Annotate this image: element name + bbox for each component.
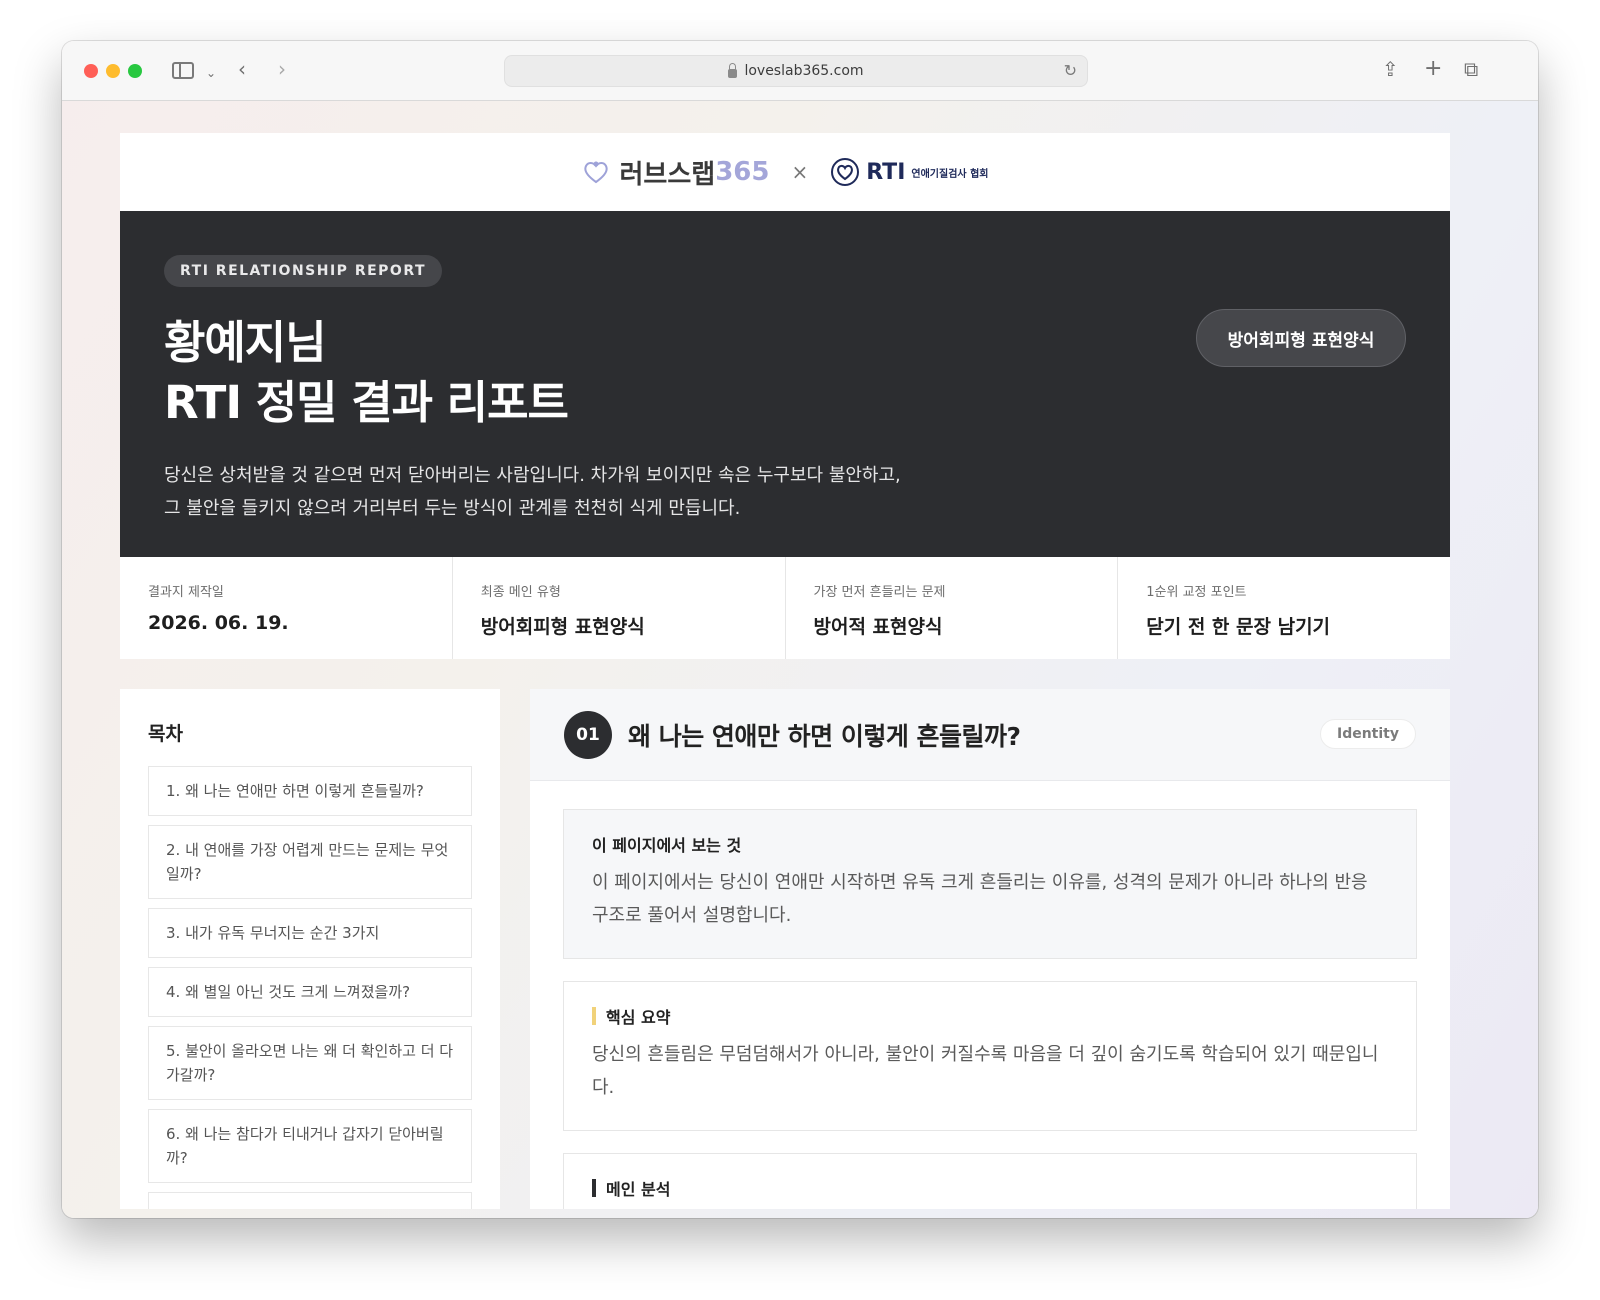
stat-main-type: 최종 메인 유형 방어회피형 표현양식 [453, 557, 786, 659]
loveslab-name: 러브스랩 [619, 159, 716, 190]
new-tab-icon[interactable]: + [1424, 57, 1442, 81]
report-title-main: RTI 정밀 결과 리포트 [164, 376, 569, 429]
page-overview-box: 이 페이지에서 보는 것 이 페이지에서는 당신이 연애만 시작하면 유독 크게… [563, 809, 1417, 959]
report-hero: RTI RELATIONSHIP REPORT 황예지님 RTI 정밀 결과 리… [120, 211, 1450, 557]
toc-item[interactable]: 1. 왜 나는 연애만 하면 이렇게 흔들릴까? [148, 766, 472, 816]
report-description-line: 그 불안을 들키지 않으려 거리부터 두는 방식이 관계를 천천히 식게 만듭니… [164, 498, 741, 519]
rti-name: RTI [866, 159, 906, 185]
stat-value: 닫기 전 한 문장 남기기 [1146, 616, 1331, 638]
stat-first-problem: 가장 먼저 흔들리는 문제 방어적 표현양식 [786, 557, 1119, 659]
accent-bar [592, 1179, 596, 1197]
section-title: 왜 나는 연애만 하면 이렇게 흔들릴까? [628, 721, 1021, 751]
toc-item[interactable]: 7. 상대는 왜 점점 멀어졌을까? [148, 1192, 472, 1209]
share-icon[interactable]: ⇪ [1382, 57, 1399, 81]
box-title: 이 페이지에서 보는 것 [592, 836, 742, 855]
stat-correction-point: 1순위 교정 포인트 닫기 전 한 문장 남기기 [1118, 557, 1450, 659]
stat-created-date: 결과지 제작일 2026. 06. 19. [120, 557, 453, 659]
tab-overview-icon[interactable]: ⧉ [1464, 57, 1478, 81]
reload-icon[interactable]: ↻ [1064, 61, 1077, 80]
toc-item[interactable]: 5. 불안이 올라오면 나는 왜 더 확인하고 더 다가갈까? [148, 1026, 472, 1100]
rti-subtitle: 연애기질검사 협회 [911, 168, 989, 180]
main-type-button[interactable]: 방어회피형 표현양식 [1196, 309, 1406, 367]
loveslab-number: 365 [715, 157, 770, 187]
address-bar[interactable]: loveslab365.com ↻ [504, 55, 1088, 87]
toc-item[interactable]: 2. 내 연애를 가장 어렵게 만드는 문제는 무엇일까? [148, 825, 472, 899]
browser-toolbar: ⌄ ‹ › loveslab365.com ↻ ⇪ + ⧉ [62, 41, 1538, 101]
box-title-row: 핵심 요약 [592, 1004, 1388, 1028]
heart-logo-icon [583, 161, 608, 184]
section-header: 01 왜 나는 연애만 하면 이렇게 흔들릴까? Identity [530, 689, 1450, 781]
section-body: 이 페이지에서 보는 것 이 페이지에서는 당신이 연애만 시작하면 유독 크게… [530, 781, 1450, 1209]
box-title: 핵심 요약 [606, 1008, 671, 1027]
box-title: 메인 분석 [606, 1180, 671, 1199]
box-text: 이 페이지에서는 당신이 연애만 시작하면 유독 크게 흔들리는 이유를, 성격… [592, 872, 1368, 926]
stat-value: 2026. 06. 19. [148, 612, 289, 634]
rti-logo[interactable]: RTI 연애기질검사 협회 [830, 157, 988, 187]
toc-item[interactable]: 3. 내가 유독 무너지는 순간 3가지 [148, 908, 472, 958]
report-body: 목차 1. 왜 나는 연애만 하면 이렇게 흔들릴까? 2. 내 연애를 가장 … [120, 689, 1450, 1209]
stat-value: 방어적 표현양식 [813, 616, 943, 638]
toc-item[interactable]: 6. 왜 나는 참다가 티내거나 갑자기 닫아버릴까? [148, 1109, 472, 1183]
loveslab-logo[interactable]: 러브스랩 365 [582, 154, 770, 191]
box-title-row: 메인 분석 [592, 1176, 1388, 1200]
report-description: 당신은 상처받을 것 같으면 먼저 닫아버리는 사람입니다. 차가워 보이지만 … [164, 459, 1406, 525]
key-summary-box: 핵심 요약 당신의 흔들림은 무덤덤해서가 아니라, 불안이 커질수록 마음을 … [563, 981, 1417, 1131]
back-icon[interactable]: ‹ [238, 57, 246, 81]
report-description-line: 당신은 상처받을 것 같으면 먼저 닫아버리는 사람입니다. 차가워 보이지만 … [164, 465, 901, 486]
accent-bar [592, 1007, 596, 1025]
chevron-down-icon[interactable]: ⌄ [206, 61, 216, 85]
sidebar-toggle-icon[interactable] [172, 62, 194, 79]
forward-icon[interactable]: › [278, 57, 286, 81]
box-text: 당신의 흔들림은 무덤덤해서가 아니라, 불안이 커질수록 마음을 더 깊이 숨… [592, 1044, 1379, 1098]
brand-separator: × [791, 160, 809, 184]
rti-heart-icon [831, 158, 860, 186]
stat-value: 방어회피형 표현양식 [480, 616, 645, 638]
report-chip: RTI RELATIONSHIP REPORT [164, 255, 443, 287]
table-of-contents: 목차 1. 왜 나는 연애만 하면 이렇게 흔들릴까? 2. 내 연애를 가장 … [120, 689, 500, 1209]
url-text: loveslab365.com [744, 63, 864, 79]
toc-item[interactable]: 4. 왜 별일 아닌 것도 크게 느껴졌을까? [148, 967, 472, 1017]
stat-label: 최종 메인 유형 [480, 585, 561, 600]
browser-window: ⌄ ‹ › loveslab365.com ↻ ⇪ + ⧉ 러브스랩365 × [62, 41, 1538, 1218]
minimize-window-button[interactable] [106, 64, 120, 78]
stat-label: 1순위 교정 포인트 [1146, 585, 1247, 600]
main-analysis-box: 메인 분석 [563, 1153, 1417, 1209]
stat-label: 결과지 제작일 [148, 585, 224, 600]
close-window-button[interactable] [84, 64, 98, 78]
brand-bar: 러브스랩 365 × RTI 연애기질검사 협회 [120, 133, 1450, 211]
page-content: 러브스랩 365 × RTI 연애기질검사 협회 RTI RELATIONSHIP… [120, 133, 1450, 1209]
summary-stats: 결과지 제작일 2026. 06. 19. 최종 메인 유형 방어회피형 표현양… [120, 557, 1450, 659]
section-number-badge: 01 [564, 710, 612, 759]
stat-label: 가장 먼저 흔들리는 문제 [813, 585, 946, 600]
section-identity: 01 왜 나는 연애만 하면 이렇게 흔들릴까? Identity 이 페이지에… [530, 689, 1450, 1209]
section-tag: Identity [1319, 719, 1416, 749]
toc-title: 목차 [148, 723, 183, 745]
zoom-window-button[interactable] [128, 64, 142, 78]
lock-icon [728, 62, 738, 78]
